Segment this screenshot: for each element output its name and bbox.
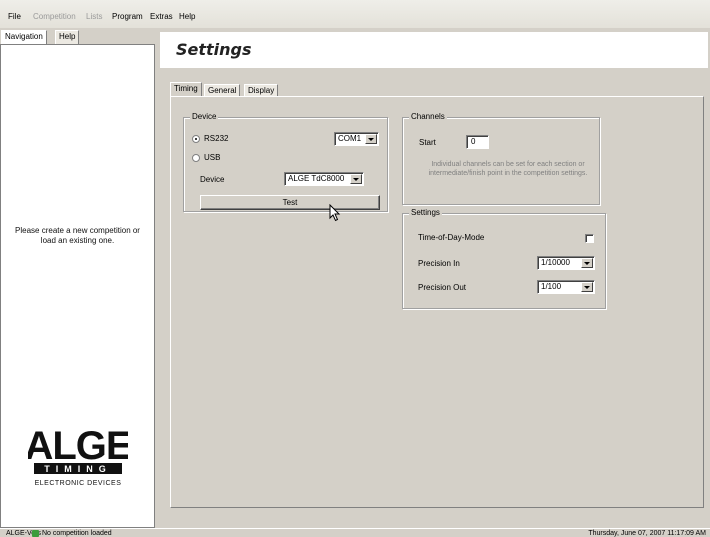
precision-in-select[interactable]: 1/10000 (537, 256, 595, 270)
status-bar: ALGE-Vers No competition loaded Thursday… (0, 528, 710, 537)
logo-subtitle-timing: TIMING (44, 464, 112, 474)
precision-out-select[interactable]: 1/100 (537, 280, 595, 294)
status-datetime: Thursday, June 07, 2007 11:17:09 AM (588, 530, 706, 537)
mouse-cursor-icon (329, 204, 341, 222)
timing-tab-page: Device RS232 COM1 USB Device ALGE TdC800… (170, 96, 704, 508)
status-icon (32, 530, 39, 537)
time-of-day-label: Time-of-Day-Mode (418, 233, 485, 242)
channels-group: Channels Start 0 Individual channels can… (402, 112, 600, 205)
rs232-label: RS232 (204, 134, 229, 143)
port-select-value: COM1 (338, 134, 362, 143)
page-title: Settings (176, 40, 252, 59)
chevron-down-icon[interactable] (581, 282, 593, 292)
channels-info-text: Individual channels can be set for each … (428, 161, 588, 177)
alge-logo-icon: ALGE TIMING ELECTRONIC DEVICES (24, 424, 132, 487)
rs232-radio[interactable] (192, 135, 200, 143)
menu-program[interactable]: Program (112, 12, 143, 21)
tab-help[interactable]: Help (55, 30, 80, 45)
menu-competition[interactable]: Competition (33, 12, 76, 21)
menu-file[interactable]: File (8, 12, 21, 21)
chevron-down-icon[interactable] (365, 134, 377, 144)
channels-group-label: Channels (409, 112, 447, 122)
settings-header: Settings (160, 32, 708, 68)
menu-bar: File Competition Lists Program Extras He… (0, 0, 710, 28)
logo-subtitle-devices: ELECTRONIC DEVICES (35, 480, 122, 487)
logo-name: ALGE (28, 424, 128, 468)
precision-in-value: 1/10000 (541, 258, 570, 267)
settings-group-label: Settings (409, 208, 442, 218)
port-select[interactable]: COM1 (334, 132, 379, 146)
menu-extras[interactable]: Extras (150, 12, 173, 21)
status-text: No competition loaded (42, 530, 112, 537)
menu-lists[interactable]: Lists (86, 12, 102, 21)
usb-label: USB (204, 153, 221, 162)
chevron-down-icon[interactable] (581, 258, 593, 268)
precision-in-label: Precision In (418, 259, 460, 268)
test-button[interactable]: Test (200, 195, 380, 210)
alge-logo: ALGE TIMING ELECTRONIC DEVICES (24, 407, 132, 497)
usb-radio[interactable] (192, 154, 200, 162)
precision-out-value: 1/100 (541, 282, 562, 291)
device-select[interactable]: ALGE TdC8000 (284, 172, 364, 186)
device-group-label: Device (190, 112, 219, 122)
navigation-message: Please create a new competition or load … (15, 226, 140, 245)
start-channel-input[interactable]: 0 (466, 135, 489, 149)
menu-help[interactable]: Help (179, 12, 195, 21)
device-group: Device RS232 COM1 USB Device ALGE TdC800… (183, 112, 388, 212)
start-label: Start (419, 138, 436, 147)
precision-out-label: Precision Out (418, 283, 467, 292)
chevron-down-icon[interactable] (350, 174, 362, 184)
device-label: Device (200, 175, 225, 184)
time-of-day-checkbox[interactable] (585, 234, 594, 243)
settings-group: Settings Time-of-Day-Mode Precision In 1… (402, 208, 606, 309)
device-select-value: ALGE TdC8000 (288, 174, 345, 183)
tab-navigation[interactable]: Navigation (1, 30, 47, 45)
